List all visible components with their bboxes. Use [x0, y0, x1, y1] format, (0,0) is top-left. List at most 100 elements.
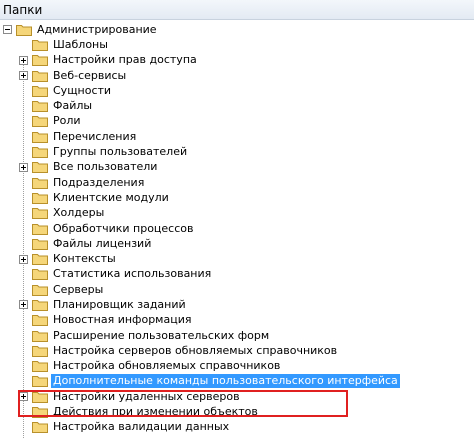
- folder-icon: [32, 269, 48, 281]
- folder-tree[interactable]: Администрирование Шаблоны Настройки прав …: [0, 20, 474, 438]
- folder-icon: [32, 391, 48, 403]
- folder-icon: [32, 70, 48, 82]
- tree-node[interactable]: Клиентские модули: [19, 190, 474, 205]
- folder-icon: [32, 284, 48, 296]
- folder-icon: [32, 162, 48, 174]
- folder-icon: [16, 24, 32, 36]
- plus-expander-icon[interactable]: [19, 162, 28, 172]
- folder-icon: [32, 376, 48, 388]
- tree-node[interactable]: Настройка серверов обновляемых справочни…: [19, 343, 474, 358]
- tree-node[interactable]: Расширение пользовательских форм: [19, 328, 474, 343]
- plus-expander-icon[interactable]: [19, 71, 28, 81]
- tree-node[interactable]: Веб-сервисы: [19, 68, 474, 83]
- folder-icon: [32, 422, 48, 434]
- folder-icon: [32, 116, 48, 128]
- tree-node[interactable]: Контексты: [19, 251, 474, 266]
- tree-node[interactable]: Файлы: [19, 98, 474, 113]
- tree-node[interactable]: Все пользователи: [19, 160, 474, 175]
- plus-expander-icon[interactable]: [19, 254, 28, 264]
- tree-node[interactable]: Подразделения: [19, 175, 474, 190]
- tree-node-label: Настройка серверов обновляемых справочни…: [53, 343, 338, 357]
- folder-icon: [32, 85, 48, 97]
- tree-node[interactable]: Серверы: [19, 282, 474, 297]
- tree-node-label: Клиентские модули: [53, 190, 169, 204]
- tree-node[interactable]: Шаблоны: [19, 37, 474, 52]
- tree-node-label: Группы пользователей: [53, 145, 188, 159]
- minus-expander-icon[interactable]: [3, 25, 12, 35]
- tree-node[interactable]: Файлы лицензий: [19, 236, 474, 251]
- folder-icon: [32, 407, 48, 419]
- tree-node-label: Сущности: [53, 83, 112, 97]
- tree-node[interactable]: Перечисления: [19, 129, 474, 144]
- tree-node[interactable]: Холдеры: [19, 206, 474, 221]
- folder-icon: [32, 345, 48, 357]
- folder-icon: [32, 101, 48, 113]
- folder-icon: [32, 254, 48, 266]
- tree-node-label: Шаблоны: [53, 37, 108, 51]
- tree-node-label: Новостная информация: [53, 313, 192, 327]
- plus-expander-icon[interactable]: [19, 300, 28, 310]
- tree-node-label: Статистика использования: [53, 267, 212, 281]
- plus-expander-icon[interactable]: [19, 55, 28, 65]
- tree-node[interactable]: Обработчики процессов: [19, 221, 474, 236]
- folder-icon: [32, 238, 48, 250]
- tree-node-label: Расширение пользовательских форм: [53, 328, 270, 342]
- tree-node[interactable]: Настройки прав доступа: [19, 53, 474, 68]
- tree-node[interactable]: Дополнительные команды пользовательского…: [19, 374, 474, 389]
- tree-node[interactable]: Новостная информация: [19, 313, 474, 328]
- folder-icon: [32, 330, 48, 342]
- tree-node[interactable]: Настройка валидации данных: [19, 420, 474, 435]
- tree-node[interactable]: Статистика использования: [19, 267, 474, 282]
- tree-node-label: Серверы: [53, 282, 104, 296]
- folder-icon: [32, 147, 48, 159]
- tree-children: Шаблоны Настройки прав доступа Веб-сервисы…: [0, 37, 474, 435]
- folder-icon: [32, 223, 48, 235]
- tree-node-label: Веб-сервисы: [53, 68, 127, 82]
- folder-icon: [32, 192, 48, 204]
- tree-node[interactable]: Планировщик заданий: [19, 297, 474, 312]
- folders-panel: Папки Администрирование Шаблоны Настройки…: [0, 0, 474, 438]
- tree-node-label: Настройка обновляемых справочников: [53, 359, 281, 373]
- tree-node-label: Дополнительные команды пользовательского…: [51, 374, 400, 389]
- tree-node-label: Настройки прав доступа: [53, 53, 197, 67]
- plus-expander-icon[interactable]: [19, 392, 28, 402]
- tree-node[interactable]: Группы пользователей: [19, 144, 474, 159]
- folder-icon: [32, 177, 48, 189]
- folder-icon: [32, 361, 48, 373]
- tree-node-label: Файлы: [53, 99, 93, 113]
- tree-node-label: Настройки удаленных серверов: [53, 389, 240, 403]
- tree-node-label: Холдеры: [53, 206, 105, 220]
- tree-node-label: Подразделения: [53, 175, 145, 189]
- tree-node[interactable]: Роли: [19, 114, 474, 129]
- tree-node-label: Файлы лицензий: [53, 236, 152, 250]
- tree-node[interactable]: Настройки удаленных серверов: [19, 389, 474, 404]
- tree-node[interactable]: Настройка обновляемых справочников: [19, 359, 474, 374]
- tree-node-label: Перечисления: [53, 129, 137, 143]
- panel-title: Папки: [0, 0, 474, 20]
- tree-node[interactable]: Действия при изменении объектов: [19, 404, 474, 419]
- tree-node[interactable]: Сущности: [19, 83, 474, 98]
- folder-icon: [32, 55, 48, 67]
- folder-icon: [32, 131, 48, 143]
- tree-node-administration[interactable]: Администрирование: [3, 22, 474, 37]
- tree-node-label: Роли: [53, 114, 81, 128]
- folder-icon: [32, 208, 48, 220]
